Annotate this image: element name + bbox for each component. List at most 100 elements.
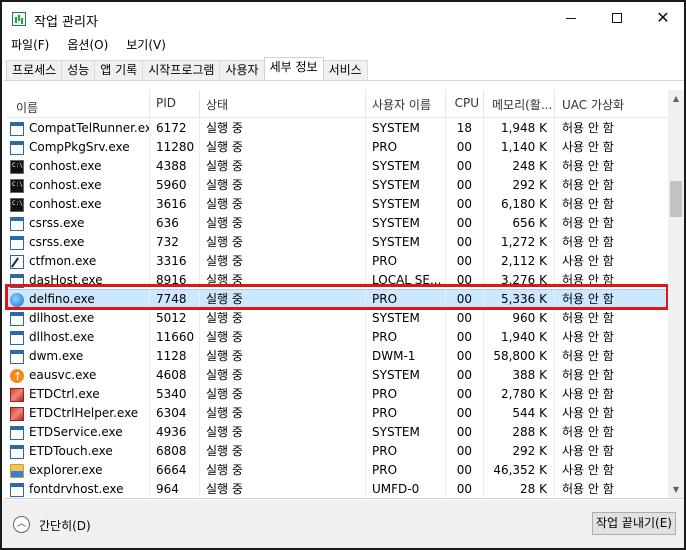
cell-pid: 11280 bbox=[150, 138, 200, 157]
cell-pid: 6172 bbox=[150, 119, 200, 138]
window-title: 작업 관리자 bbox=[34, 15, 98, 30]
table-row[interactable]: conhost.exe 3616실행 중SYSTEM006,180 K 허용 안 함 bbox=[6, 195, 668, 214]
column-header-memory[interactable]: 메모리(활... bbox=[484, 90, 555, 118]
cell-pid: 6808 bbox=[150, 442, 200, 461]
cell-memory: 2,112 K bbox=[484, 252, 555, 271]
cell-pid: 5960 bbox=[150, 176, 200, 195]
tab-processes[interactable]: 프로세스 bbox=[6, 60, 63, 80]
details-table: ^ 이름 PID 상태 사용자 이름 CPU 메모리(활... UAC 가상화 … bbox=[6, 90, 668, 500]
column-header-uac[interactable]: UAC 가상화 bbox=[555, 90, 668, 118]
cell-user: DWM-1 bbox=[366, 347, 446, 366]
window-icon bbox=[10, 235, 24, 250]
process-name: conhost.exe bbox=[29, 197, 102, 211]
window-icon bbox=[10, 273, 24, 288]
scroll-down-icon[interactable]: ▼ bbox=[668, 481, 684, 498]
table-row[interactable]: conhost.exe 4388실행 중SYSTEM00248 K 허용 안 함 bbox=[6, 157, 668, 176]
menu-view[interactable]: 보기(V) bbox=[117, 36, 175, 56]
column-header-cpu[interactable]: CPU bbox=[446, 90, 484, 118]
window-icon bbox=[10, 121, 24, 136]
table-row[interactable]: csrss.exe 636 실행 중 SYSTEM 00 656 K 허용 안 함 bbox=[6, 214, 668, 233]
console-icon bbox=[10, 159, 24, 174]
window-icon bbox=[10, 425, 24, 440]
cell-uac: 허용 안 함 bbox=[562, 197, 614, 211]
column-header-user[interactable]: 사용자 이름 bbox=[366, 90, 446, 118]
cell-user: SYSTEM bbox=[366, 423, 446, 442]
table-row[interactable]: eausvc.exe 4608실행 중SYSTEM00388 K 허용 안 함 bbox=[6, 366, 668, 385]
table-row[interactable]: conhost.exe 5960실행 중SYSTEM00292 K 허용 안 함 bbox=[6, 176, 668, 195]
table-row[interactable]: ETDTouch.exe 6808 실행 중 PRO 00 292 K 사용 안 함 bbox=[6, 442, 668, 461]
tab-services[interactable]: 서비스 bbox=[322, 60, 368, 80]
maximize-button[interactable] bbox=[594, 2, 640, 34]
column-header-name[interactable]: ^ 이름 bbox=[6, 90, 150, 118]
chevron-up-icon[interactable]: ︿ bbox=[13, 516, 30, 533]
cell-name: ETDTouch.exe bbox=[6, 442, 150, 461]
menu-options[interactable]: 옵션(O) bbox=[58, 36, 117, 56]
table-row[interactable]: CompatTelRunner.exe 6172 실행 중 SYSTEM 18 1,948… bbox=[6, 119, 668, 138]
cell-cpu: 00 bbox=[446, 309, 484, 328]
scroll-thumb[interactable] bbox=[670, 181, 682, 217]
cell-state: 실행 중 bbox=[200, 423, 366, 442]
cell-state: 실행 중 bbox=[200, 442, 366, 461]
table-row[interactable]: ctfmon.exe 3316 실행 중 PRO 00 2,112 K 사용 안 함 bbox=[6, 252, 668, 271]
cell-user: SYSTEM bbox=[366, 214, 446, 233]
cell-cpu: 00 bbox=[446, 385, 484, 404]
cell-state: 실행 중 bbox=[200, 404, 366, 423]
cell-memory: 656 K bbox=[484, 214, 555, 233]
scroll-up-icon[interactable]: ▲ bbox=[668, 90, 684, 107]
cell-name: ETDService.exe bbox=[6, 423, 150, 442]
tab-app-history[interactable]: 앱 기록 bbox=[94, 60, 144, 80]
fewer-details-link[interactable]: 간단히(D) bbox=[39, 517, 91, 534]
window-icon bbox=[10, 330, 24, 345]
cell-name: conhost.exe bbox=[6, 195, 150, 214]
cell-name: csrss.exe bbox=[6, 233, 150, 252]
column-header-state[interactable]: 상태 bbox=[200, 90, 366, 118]
cell-state: 실행 중 bbox=[200, 480, 366, 499]
table-row[interactable]: dwm.exe 1128 실행 중 DWM-1 00 58,800 K 허용 안 함 bbox=[6, 347, 668, 366]
table-row[interactable]: dasHost.exe 8916 실행 중 LOCAL SE... 00 3,276 K 허… bbox=[6, 271, 668, 290]
cell-state: 실행 중 bbox=[200, 385, 366, 404]
cell-uac: 허용 안 함 bbox=[562, 235, 614, 249]
cell-memory: 5,336 K bbox=[484, 290, 555, 309]
cell-user: SYSTEM bbox=[366, 176, 446, 195]
table-row[interactable]: csrss.exe 732 실행 중 SYSTEM 00 1,272 K 허용 안 함 bbox=[6, 233, 668, 252]
end-task-button[interactable]: 작업 끝내기(E) bbox=[592, 512, 676, 535]
cell-uac: 사용 안 함 bbox=[562, 140, 614, 154]
table-row[interactable]: ETDCtrl.exe 5340 실행 중 PRO 00 2,780 K 사용 안 함 bbox=[6, 385, 668, 404]
tab-startup[interactable]: 시작프로그램 bbox=[142, 60, 221, 80]
cell-cpu: 00 bbox=[446, 271, 484, 290]
cell-uac: 허용 안 함 bbox=[562, 216, 614, 230]
cell-memory: 1,948 K bbox=[484, 119, 555, 138]
update-icon bbox=[10, 367, 24, 385]
process-name: delfino.exe bbox=[29, 292, 95, 306]
table-row[interactable]: dllhost.exe 11660 실행 중 PRO 00 1,940 K 사용 안 함 bbox=[6, 328, 668, 347]
table-row[interactable]: fontdrvhost.exe 964 실행 중 UMFD-0 00 28 K 허용 안 함 bbox=[6, 480, 668, 499]
cell-cpu: 00 bbox=[446, 461, 484, 480]
cell-uac: 허용 안 함 bbox=[562, 121, 614, 135]
sort-ascending-icon: ^ bbox=[72, 90, 80, 95]
cell-memory: 28 K bbox=[484, 480, 555, 499]
minimize-button[interactable] bbox=[548, 2, 594, 34]
table-row[interactable]: delfino.exe 7748 실행 중 PRO 00 5,336 K 허용 안 함 bbox=[6, 289, 668, 310]
vertical-scrollbar[interactable]: ▲ ▼ bbox=[668, 90, 684, 498]
table-row[interactable]: ETDService.exe 4936 실행 중 SYSTEM 00 288 K 허용 안 … bbox=[6, 423, 668, 442]
task-manager-icon bbox=[12, 12, 26, 26]
menu-file[interactable]: 파일(F) bbox=[2, 36, 58, 56]
cell-uac: 사용 안 함 bbox=[562, 254, 614, 268]
table-row[interactable]: explorer.exe 6664 실행 중 PRO 00 46,352 K 사용 안 함 bbox=[6, 461, 668, 480]
table-row[interactable]: ETDCtrlHelper.exe 6304 실행 중 PRO 00 544 K 사용 안 … bbox=[6, 404, 668, 423]
cell-memory: 1,940 K bbox=[484, 328, 555, 347]
cell-user: PRO bbox=[366, 328, 446, 347]
cell-uac: 허용 안 함 bbox=[562, 292, 614, 306]
tab-performance[interactable]: 성능 bbox=[61, 60, 96, 80]
tab-details[interactable]: 세부 정보 bbox=[263, 57, 324, 80]
menu-bar: 파일(F) 옵션(O) 보기(V) bbox=[2, 36, 175, 56]
table-row[interactable]: CompPkgSrv.exe 11280 실행 중 PRO 00 1,140 K 사용 안 … bbox=[6, 138, 668, 157]
window-icon bbox=[10, 444, 24, 459]
close-button[interactable]: ✕ bbox=[640, 2, 686, 34]
cell-state: 실행 중 bbox=[200, 347, 366, 366]
table-row[interactable]: dllhost.exe 5012 실행 중 SYSTEM 00 960 K 허용 안 함 bbox=[6, 309, 668, 328]
tab-users[interactable]: 사용자 bbox=[219, 60, 265, 80]
column-header-pid[interactable]: PID bbox=[150, 90, 200, 118]
cell-user: PRO bbox=[366, 290, 446, 309]
cell-name: conhost.exe bbox=[6, 176, 150, 195]
